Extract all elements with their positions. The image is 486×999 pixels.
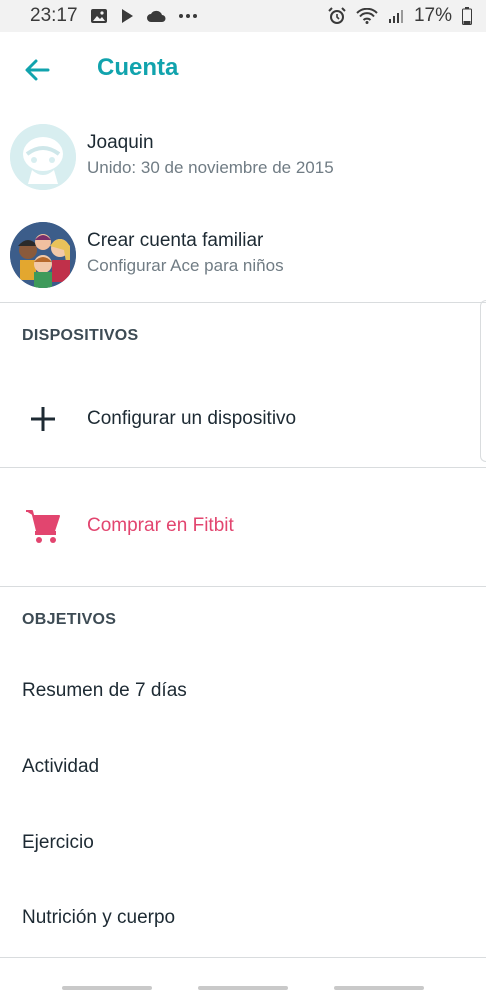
- setup-device-button[interactable]: Configurar un dispositivo: [0, 388, 486, 450]
- family-account-row[interactable]: Crear cuenta familiar Configurar Ace par…: [0, 210, 486, 300]
- back-nav-button[interactable]: [334, 986, 424, 990]
- system-nav-bar: [0, 962, 486, 999]
- page-title: Cuenta: [97, 54, 179, 81]
- play-icon: [120, 8, 134, 24]
- goal-item-label: Ejercicio: [22, 832, 94, 853]
- scroll-edge-handle[interactable]: [480, 300, 486, 462]
- setup-device-label: Configurar un dispositivo: [87, 408, 297, 429]
- status-bar: 23:17 17%: [0, 0, 486, 32]
- goal-item-weekly-summary[interactable]: Resumen de 7 días: [0, 662, 486, 722]
- divider: [0, 467, 486, 468]
- goal-item-label: Resumen de 7 días: [22, 680, 187, 701]
- back-button[interactable]: [22, 56, 54, 84]
- goal-item-exercise[interactable]: Ejercicio: [0, 814, 486, 874]
- user-name: Joaquin: [87, 132, 154, 153]
- user-profile-row[interactable]: Joaquin Unido: 30 de noviembre de 2015: [0, 112, 486, 202]
- battery-icon: [462, 7, 472, 25]
- cloud-icon: [146, 9, 166, 23]
- divider: [0, 302, 486, 303]
- image-icon: [90, 8, 108, 24]
- goal-item-label: Nutrición y cuerpo: [22, 907, 176, 928]
- family-account-subtitle: Configurar Ace para niños: [87, 256, 284, 275]
- divider: [0, 586, 486, 587]
- shop-fitbit-label: Comprar en Fitbit: [87, 515, 234, 536]
- shop-fitbit-button[interactable]: Comprar en Fitbit: [0, 495, 486, 559]
- arrow-left-icon: [25, 59, 50, 81]
- status-time: 23:17: [30, 5, 78, 26]
- home-button[interactable]: [198, 986, 288, 990]
- family-account-title: Crear cuenta familiar: [87, 230, 264, 251]
- recent-apps-button[interactable]: [62, 986, 152, 990]
- avatar: [10, 124, 76, 190]
- more-notifications-icon: [178, 13, 198, 19]
- goal-item-activity[interactable]: Actividad: [0, 738, 486, 798]
- battery-percent: 17%: [413, 5, 452, 26]
- goal-item-nutrition-body[interactable]: Nutrición y cuerpo: [0, 889, 486, 949]
- user-joined-date: Unido: 30 de noviembre de 2015: [87, 158, 334, 177]
- app-bar: Cuenta: [0, 32, 486, 108]
- alarm-icon: [328, 7, 346, 25]
- wifi-icon: [356, 8, 378, 24]
- shopping-cart-icon: [24, 507, 62, 550]
- goal-item-label: Actividad: [22, 756, 100, 777]
- signal-icon: [388, 8, 404, 24]
- goals-section-header: OBJETIVOS: [22, 611, 117, 628]
- family-illustration: [10, 222, 76, 288]
- devices-section-header: DISPOSITIVOS: [22, 327, 139, 344]
- divider: [0, 957, 486, 958]
- plus-icon: [30, 406, 56, 437]
